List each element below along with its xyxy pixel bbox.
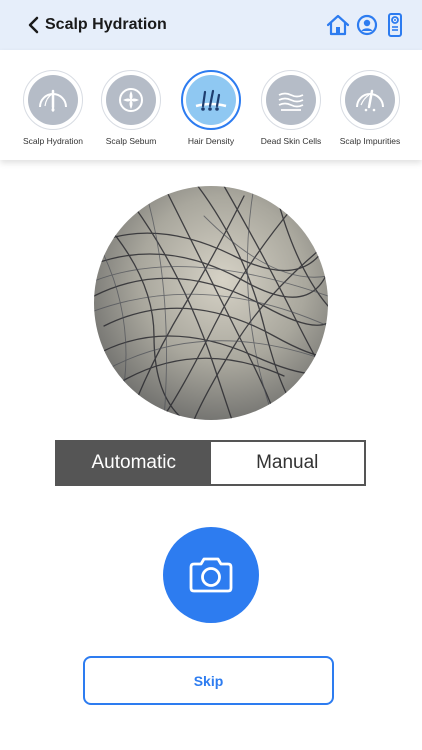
scalp-impurities-icon [356,89,384,112]
category-icon-bg [106,75,156,125]
chevron-left-icon [28,16,39,34]
category-ring [340,70,400,130]
category-label: Scalp Sebum [105,136,157,146]
camera-icon [189,557,233,593]
category-ring [23,70,83,130]
scalp-image [94,186,328,420]
category-icon-bg [186,75,236,125]
hair-density-icon [195,89,227,111]
category-icon-bg [28,75,78,125]
category-label: Scalp Impurities [339,136,401,146]
user-profile-icon [356,14,378,36]
top-bar: Scalp Hydration [0,0,422,50]
category-scalp-impurities[interactable]: Scalp Impurities [330,70,410,152]
category-scalp-hydration[interactable]: Scalp Hydration [13,70,93,152]
category-scalp-sebum[interactable]: Scalp Sebum [91,70,171,152]
category-icon-bg [345,75,395,125]
home-button[interactable] [326,13,350,37]
scalp-sebum-icon [119,88,143,112]
category-dead-skin-cells[interactable]: Dead Skin Cells [251,70,331,152]
category-hair-density[interactable]: Hair Density [171,70,251,152]
automatic-mode-button[interactable]: Automatic [57,442,211,484]
dead-skin-cells-icon [278,92,304,111]
category-icon-bg [266,75,316,125]
app-screen: Scalp Hydration Scalp Hydration Scalp Se… [0,0,422,750]
capture-mode-toggle: Automatic Manual [55,440,366,486]
skip-button[interactable]: Skip [83,656,334,705]
capture-button[interactable] [163,527,259,623]
category-ring [261,70,321,130]
profile-button[interactable] [356,13,378,37]
category-ring [181,70,241,130]
back-button[interactable] [24,14,42,36]
device-button[interactable] [387,13,403,37]
page-title: Scalp Hydration [45,16,167,33]
home-icon [326,14,350,36]
analysis-category-bar: Scalp Hydration Scalp Sebum Hair Density… [0,50,422,160]
scalp-photo [94,186,328,420]
scalp-hydration-icon [39,89,67,112]
category-label: Hair Density [187,136,235,146]
category-ring [101,70,161,130]
device-scanner-icon [388,13,402,37]
manual-mode-button[interactable]: Manual [210,442,364,484]
